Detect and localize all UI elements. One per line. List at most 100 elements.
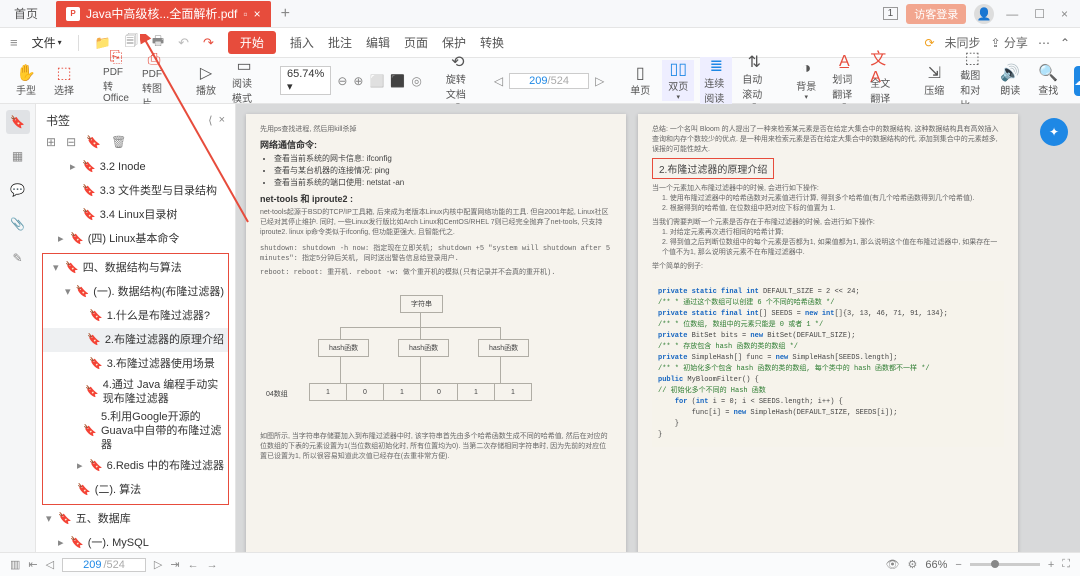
bookmark-expand-all-icon[interactable]: ⊞ (46, 135, 56, 149)
bookmark-item-current[interactable]: 🔖2.布隆过滤器的原理介绍 (43, 328, 228, 352)
comments-icon[interactable]: 💬 (6, 178, 30, 202)
zoom-slider[interactable] (970, 563, 1040, 566)
share-button[interactable]: ⇪ 分享 (991, 34, 1028, 51)
undo-icon[interactable]: ↶ (178, 35, 189, 51)
float-help-icon[interactable]: ✦ (1040, 118, 1068, 146)
tab-close-icon[interactable]: × (254, 7, 261, 21)
pdf-to-office[interactable]: ⎘PDF转Office▾ (100, 49, 132, 112)
zoom-input[interactable]: 65.74% ▾ (280, 66, 331, 95)
hand-tool[interactable]: ✋手型 (10, 64, 42, 97)
login-button[interactable]: 访客登录 (906, 4, 966, 24)
convert-tab[interactable]: 转换 (480, 34, 504, 51)
zoom-out-icon[interactable]: ⊖ (337, 74, 347, 88)
tools-icon[interactable]: ⚙ (908, 558, 918, 571)
page-input[interactable]: 209/524 (509, 73, 589, 89)
bookmark-close-icon[interactable]: × (219, 114, 225, 127)
pdf-icon: P (66, 7, 80, 21)
home-tab[interactable]: 首页 (0, 5, 52, 22)
find-button[interactable]: 🔍查找 (1032, 64, 1064, 97)
bookmark-icon[interactable]: 🔖 (6, 110, 30, 134)
window-count-badge[interactable]: 1 (883, 7, 899, 20)
bookmark-delete-icon[interactable]: 🗑 (111, 135, 126, 149)
full-translate[interactable]: 文A全文翻译 (866, 57, 898, 105)
fit-width-icon[interactable]: ⬜ (369, 74, 384, 88)
tab-pin-icon[interactable]: ▫ (243, 7, 247, 21)
minimize-icon[interactable]: — (1002, 7, 1022, 21)
bookmark-item[interactable]: 🔖5.利用Google开源的 Guava中自带的布隆过滤器 (43, 408, 228, 454)
double-page[interactable]: ▯▯双页▾ (662, 60, 694, 101)
crop-compare[interactable]: ⬚截图和对比 (956, 49, 988, 112)
list-item: 1. 使用布隆过滤器中的哈希函数对元素值进行计算, 得到多个哈希值(有几个哈希函… (652, 193, 1004, 203)
paragraph: 举个简单的例子: (652, 261, 1004, 271)
page-tab[interactable]: 页面 (404, 34, 428, 51)
page-field[interactable]: 209/524 (62, 558, 146, 572)
bookmark-item[interactable]: 🔖3.4 Linux目录树 (36, 203, 235, 227)
bookmark-item[interactable]: ▸🔖(四) Linux基本命令 (36, 227, 235, 251)
bookmark-collapse-all-icon[interactable]: ⊟ (66, 135, 76, 149)
bookmark-collapse-icon[interactable]: ⟨ (208, 114, 212, 127)
bookmark-item[interactable]: 🔖1.什么是布隆过滤器? (43, 304, 228, 328)
active-file-tab[interactable]: P Java中高级核...全面解析.pdf ▫ × (56, 1, 271, 27)
next-page-icon[interactable]: ▷ (595, 74, 604, 88)
annotate-tab[interactable]: 批注 (328, 34, 352, 51)
read-mode[interactable]: ▭阅读模式 (228, 57, 260, 105)
play-button[interactable]: ▷播放 (190, 64, 222, 97)
attachments-icon[interactable]: 📎 (6, 212, 30, 236)
collapse-ribbon-icon[interactable]: ⌃ (1060, 36, 1070, 50)
first-page-icon[interactable]: ⇤ (28, 558, 37, 571)
edit-tab[interactable]: 编辑 (366, 34, 390, 51)
fullscreen-icon[interactable]: ⛶ (1062, 558, 1070, 571)
thumbnails-icon[interactable]: ▦ (6, 144, 30, 168)
bookmark-item[interactable]: 🔖(二). 算法 (43, 478, 228, 502)
maximize-icon[interactable]: ☐ (1030, 7, 1049, 21)
avatar[interactable]: 👤 (974, 4, 994, 24)
rotate-doc[interactable]: ⟲旋转文档▾ (442, 53, 474, 109)
zoom-in-icon[interactable]: ⊕ (353, 74, 363, 88)
bookmark-item[interactable]: ▸🔖6.Redis 中的布隆过滤器 (43, 454, 228, 478)
fit-page-icon[interactable]: ⬛ (390, 74, 405, 88)
bookmark-item[interactable]: ▾🔖(一). 数据结构(布隆过滤器) (43, 280, 228, 304)
more-icon[interactable]: ⋯ (1038, 36, 1050, 50)
pdf-to-image[interactable]: ⎙PDF转图片 (138, 51, 170, 110)
sidebar-toggle-icon[interactable]: ▥ (10, 558, 20, 571)
zoom-in-icon[interactable]: + (1048, 559, 1054, 571)
select-tool[interactable]: ⬚选择 (48, 64, 80, 97)
menu-icon[interactable]: ≡ (10, 35, 18, 50)
bookmark-item[interactable]: 🔖3.布隆过滤器使用场景 (43, 352, 228, 376)
bookmark-item[interactable]: ▸🔖(一). MySQL (36, 531, 235, 552)
bookmark-item[interactable]: 🔖4.通过 Java 编程手动实现布隆过滤器 (43, 376, 228, 408)
forward-icon[interactable]: → (207, 559, 218, 571)
last-page-icon[interactable]: ⇥ (170, 558, 179, 571)
eye-care-icon[interactable]: 👁 (886, 558, 900, 571)
compress-button[interactable]: ⇲压缩 (918, 64, 950, 97)
bookmark-item[interactable]: ▾🔖四、数据结构与算法 (43, 256, 228, 280)
next-page-icon[interactable]: ▷ (154, 558, 162, 571)
back-icon[interactable]: ← (188, 559, 199, 571)
signatures-icon[interactable]: ✎ (6, 246, 30, 270)
sync-icon[interactable]: ⟳ (924, 36, 934, 50)
redo-icon[interactable]: ↷ (203, 35, 214, 51)
single-page[interactable]: ▯单页 (624, 64, 656, 97)
new-tab-button[interactable]: + (281, 5, 290, 23)
bookmark-item[interactable]: ▾🔖五、数据库 (36, 507, 235, 531)
paragraph: 当一个元素加入布隆过滤器中的时候, 会进行如下操作: (652, 183, 1004, 193)
insert-tab[interactable]: 插入 (290, 34, 314, 51)
document-viewport[interactable]: 先用ps查找进程, 然后用kill杀掉 网络通信命令: 查看当前系统的网卡信息:… (236, 104, 1080, 552)
protect-tab[interactable]: 保护 (442, 34, 466, 51)
continuous-read[interactable]: ≣连续阅读 (700, 57, 732, 105)
bookmark-add-icon[interactable]: 🔖 (86, 135, 101, 149)
bookmark-item[interactable]: ▸🔖3.2 Inode (36, 155, 235, 179)
tts-button[interactable]: 🔊朗读 (994, 64, 1026, 97)
dict-translate[interactable]: A̲划词翻译▾ (828, 53, 860, 109)
actual-size-icon[interactable]: ◎ (411, 74, 421, 88)
zoom-out-icon[interactable]: − (955, 559, 961, 571)
close-window-icon[interactable]: × (1057, 7, 1072, 21)
file-menu[interactable]: 文件 ▾ (32, 34, 62, 51)
auto-scroll[interactable]: ⇅自动滚动▾ (738, 53, 770, 109)
start-tab[interactable]: 开始 (228, 31, 276, 54)
cloud-icon[interactable]: ☁ (1074, 66, 1080, 96)
prev-page-icon[interactable]: ◁ (494, 74, 503, 88)
bookmark-item[interactable]: 🔖3.3 文件类型与目录结构 (36, 179, 235, 203)
background-button[interactable]: ◑背景▾ (790, 60, 822, 101)
prev-page-icon[interactable]: ◁ (46, 558, 54, 571)
